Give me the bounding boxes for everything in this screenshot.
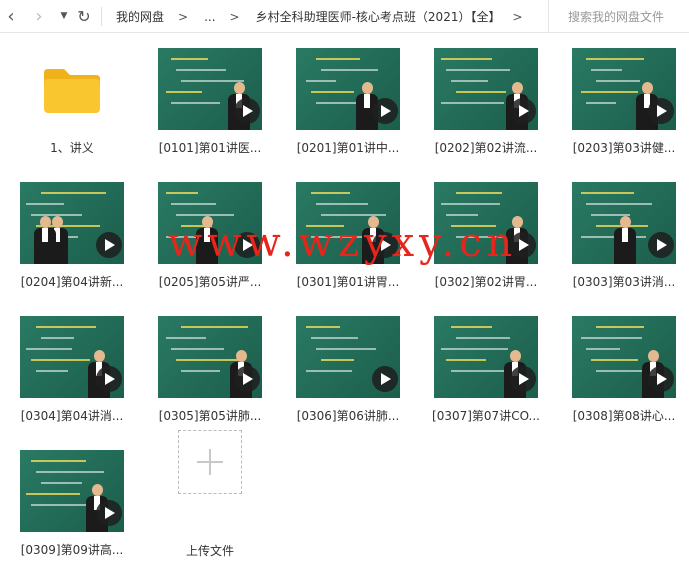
video-item[interactable]: [0101]第01讲医... bbox=[138, 34, 268, 159]
breadcrumb-ellipsis[interactable]: ... bbox=[204, 10, 215, 24]
toolbar-divider bbox=[101, 7, 102, 26]
video-item[interactable]: [0308]第08讲心... bbox=[552, 302, 682, 427]
plus-icon bbox=[197, 449, 223, 475]
file-name: [0203]第03讲健... bbox=[572, 141, 676, 155]
watermark: www.wzyxy.cn bbox=[168, 220, 518, 266]
refresh-icon: ↻ bbox=[77, 6, 91, 26]
file-name: [0301]第01讲胃... bbox=[296, 275, 400, 289]
chevron-right-icon: › bbox=[35, 5, 43, 27]
video-item[interactable]: [0204]第04讲新... bbox=[0, 168, 130, 293]
play-icon[interactable] bbox=[648, 98, 674, 124]
file-name: [0308]第08讲心... bbox=[572, 409, 676, 423]
folder-item[interactable]: 1、讲义 bbox=[0, 34, 130, 159]
file-name: [0304]第04讲消... bbox=[20, 409, 124, 423]
play-icon[interactable] bbox=[372, 366, 398, 392]
video-item[interactable]: [0306]第06讲肺... bbox=[276, 302, 406, 427]
breadcrumb: 我的网盘 > ... > 乡村全科助理医师-核心考点班（2021）【全】 > bbox=[116, 0, 539, 33]
video-thumbnail bbox=[158, 48, 262, 130]
video-item[interactable]: [0305]第05讲肺... bbox=[138, 302, 268, 427]
breadcrumb-root[interactable]: 我的网盘 bbox=[116, 8, 164, 25]
video-thumbnail bbox=[158, 316, 262, 398]
play-icon[interactable] bbox=[96, 366, 122, 392]
play-icon[interactable] bbox=[510, 366, 536, 392]
video-item[interactable]: [0304]第04讲消... bbox=[0, 302, 130, 427]
video-item[interactable]: [0202]第02讲流... bbox=[414, 34, 544, 159]
refresh-button[interactable]: ↻ bbox=[74, 6, 94, 26]
video-thumbnail bbox=[572, 182, 676, 264]
video-thumbnail bbox=[296, 48, 400, 130]
video-thumbnail bbox=[572, 48, 676, 130]
back-button[interactable]: ‹ bbox=[2, 5, 20, 27]
video-item[interactable]: [0309]第09讲高... bbox=[0, 436, 130, 561]
video-thumbnail bbox=[20, 316, 124, 398]
video-item[interactable]: [0203]第03讲健... bbox=[552, 34, 682, 159]
file-name: [0202]第02讲流... bbox=[434, 141, 538, 155]
chevron-left-icon: ‹ bbox=[7, 5, 15, 27]
video-thumbnail bbox=[434, 316, 538, 398]
file-name: [0201]第01讲中... bbox=[296, 141, 400, 155]
video-item[interactable]: [0201]第01讲中... bbox=[276, 34, 406, 159]
play-icon[interactable] bbox=[648, 366, 674, 392]
file-name: [0205]第05讲严... bbox=[158, 275, 262, 289]
folder-icon bbox=[44, 69, 100, 113]
video-item[interactable]: [0303]第03讲消... bbox=[552, 168, 682, 293]
play-icon[interactable] bbox=[96, 232, 122, 258]
history-dropdown[interactable]: ▼ bbox=[57, 6, 71, 26]
file-name: [0204]第04讲新... bbox=[20, 275, 124, 289]
file-name: [0303]第03讲消... bbox=[572, 275, 676, 289]
video-thumbnail bbox=[572, 316, 676, 398]
breadcrumb-expand[interactable]: > bbox=[512, 10, 522, 24]
file-name: [0309]第09讲高... bbox=[20, 543, 124, 557]
breadcrumb-separator: > bbox=[229, 9, 240, 24]
play-icon[interactable] bbox=[648, 232, 674, 258]
file-name: 1、讲义 bbox=[50, 141, 94, 155]
upload-label: 上传文件 bbox=[185, 544, 234, 558]
play-icon[interactable] bbox=[372, 98, 398, 124]
breadcrumb-separator: > bbox=[178, 9, 189, 24]
search-input[interactable]: 搜索我的网盘文件 bbox=[548, 0, 689, 33]
video-thumbnail bbox=[434, 48, 538, 130]
video-thumbnail bbox=[20, 182, 124, 264]
file-name: [0302]第02讲胃... bbox=[434, 275, 538, 289]
breadcrumb-current[interactable]: 乡村全科助理医师-核心考点班（2021）【全】 bbox=[256, 8, 501, 25]
file-name: [0306]第06讲肺... bbox=[296, 409, 400, 423]
toolbar: ‹ › ▼ ↻ 我的网盘 > ... > 乡村全科助理医师-核心考点班（2021… bbox=[0, 0, 689, 33]
play-icon[interactable] bbox=[96, 500, 122, 526]
caret-down-icon: ▼ bbox=[60, 11, 68, 21]
upload-button[interactable] bbox=[178, 430, 242, 494]
video-thumbnail bbox=[296, 316, 400, 398]
forward-button[interactable]: › bbox=[30, 5, 48, 27]
play-icon[interactable] bbox=[234, 366, 260, 392]
video-item[interactable]: [0307]第07讲CO... bbox=[414, 302, 544, 427]
file-name: [0305]第05讲肺... bbox=[158, 409, 262, 423]
file-name: [0101]第01讲医... bbox=[158, 141, 262, 155]
video-thumbnail bbox=[20, 450, 124, 532]
play-icon[interactable] bbox=[510, 98, 536, 124]
file-name: [0307]第07讲CO... bbox=[432, 409, 540, 423]
play-icon[interactable] bbox=[234, 98, 260, 124]
